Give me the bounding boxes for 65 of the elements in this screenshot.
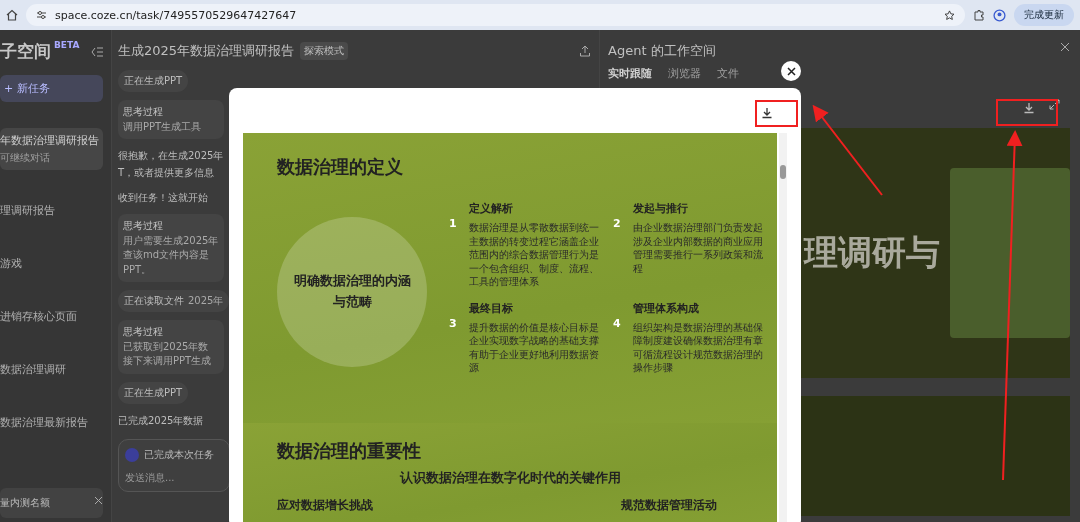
- close-icon[interactable]: [94, 496, 103, 505]
- task-item[interactable]: 数据治理调研: [0, 357, 103, 382]
- expand-icon[interactable]: [1049, 99, 1060, 110]
- item-body: 组织架构是数据治理的基础保障制度建设确保数据治理有章可循流程设计规范数据治理的操作步骤: [632, 320, 764, 375]
- item-number: 1: [449, 217, 457, 232]
- task-status: 已完成本次任务: [144, 447, 214, 462]
- download-icon: [1023, 102, 1035, 114]
- item-body: 提升数据的价值是核心目标是企业实现数字战略的基础支撑有助于企业更好地利用数据资源: [468, 320, 600, 375]
- workspace-tab[interactable]: 浏览器: [668, 66, 701, 81]
- item-body: 数据治理是从零散数据到统一主数据的转变过程它涵盖企业范围内的综合数据管理行为是一个包含组织、制度、流程、工具的管理体系: [468, 221, 600, 289]
- status-chip: 正在生成PPT: [118, 70, 189, 92]
- extensions-icon[interactable]: [973, 9, 985, 21]
- star-icon[interactable]: [944, 9, 955, 21]
- slide-title: 数据治理的重要性: [277, 439, 422, 463]
- collapse-sidebar-icon[interactable]: [91, 46, 103, 57]
- highlight-frame: [755, 100, 798, 127]
- message-text: 已完成2025年数据: [118, 413, 204, 428]
- scrollbar[interactable]: [779, 133, 787, 522]
- circle-text: 明确数据治理的内涵与范畴: [292, 272, 412, 311]
- task-item[interactable]: 数据治理最新报告: [0, 410, 103, 435]
- thinking-box[interactable]: 思考过程 调用PPT生成工具: [118, 100, 224, 139]
- task-item[interactable]: 理调研报告: [0, 198, 103, 223]
- update-button[interactable]: 完成更新: [1014, 4, 1074, 26]
- task-item[interactable]: 进销存核心页面: [0, 304, 103, 329]
- task-title: 生成2025年数据治理调研报告: [118, 42, 295, 60]
- column-heading: 规范数据管理活动: [621, 497, 718, 514]
- status-chip: 正在读取文件 2025年: [118, 290, 230, 312]
- column-heading: 应对数据增长挑战: [277, 497, 373, 514]
- item-body: 由企业数据治理部门负责发起涉及企业内部数据的商业应用管理需要推行一系列政策和流程: [632, 221, 764, 275]
- item-number: 3: [449, 316, 457, 332]
- workspace-tab[interactable]: 实时跟随: [608, 66, 652, 81]
- workspace-title: Agent 的工作空间: [608, 42, 716, 60]
- thinking-box[interactable]: 思考过程 已获取到2025年数 接下来调用PPT生成: [118, 320, 224, 374]
- highlight-frame: [996, 99, 1058, 126]
- thinking-box[interactable]: 思考过程 用户需要生成2025年 查该md文件内容是 PPT。: [118, 214, 224, 282]
- item-heading: 定义解析: [468, 201, 514, 216]
- sidebar-title: 子空间: [0, 40, 51, 63]
- item-heading: 发起与推行: [632, 201, 689, 216]
- address-bar[interactable]: space.coze.cn/task/7495570529647427647: [26, 4, 965, 26]
- slide-title: 数据治理的定义: [277, 155, 404, 179]
- task-item[interactable]: 游戏: [0, 251, 103, 276]
- home-icon[interactable]: [6, 9, 18, 21]
- share-icon[interactable]: [579, 45, 591, 57]
- item-heading: 管理体系构成: [632, 300, 700, 316]
- message-input[interactable]: 发送消息...: [125, 471, 221, 483]
- item-number: 4: [613, 316, 621, 332]
- message-text: 很抱歉，在生成2025年 T，或者提供更多信息: [118, 149, 224, 180]
- slide-heading: 理调研与: [804, 231, 940, 274]
- message-text: 收到任务！这就开始: [118, 191, 208, 205]
- task-item[interactable]: 年数据治理调研报告 可继续对话: [0, 128, 103, 170]
- item-number: 2: [613, 217, 621, 232]
- site-settings-icon[interactable]: [36, 10, 47, 20]
- agent-avatar: [125, 447, 139, 462]
- mode-badge: 探索模式: [300, 42, 349, 60]
- new-task-button[interactable]: + 新任务: [0, 75, 103, 102]
- profile-icon[interactable]: [993, 8, 1006, 22]
- close-icon: [786, 66, 796, 76]
- status-chip: 正在生成PPT: [118, 381, 189, 404]
- workspace-tab[interactable]: 文件: [717, 66, 739, 81]
- close-icon[interactable]: [1060, 42, 1070, 52]
- slide-subtitle: 认识数据治理在数字化时代的关键作用: [398, 469, 622, 487]
- beta-label: BETA: [54, 40, 80, 50]
- promo-text: 量内测名额: [0, 496, 50, 510]
- item-heading: 最终目标: [468, 300, 514, 316]
- download-icon: [761, 107, 773, 119]
